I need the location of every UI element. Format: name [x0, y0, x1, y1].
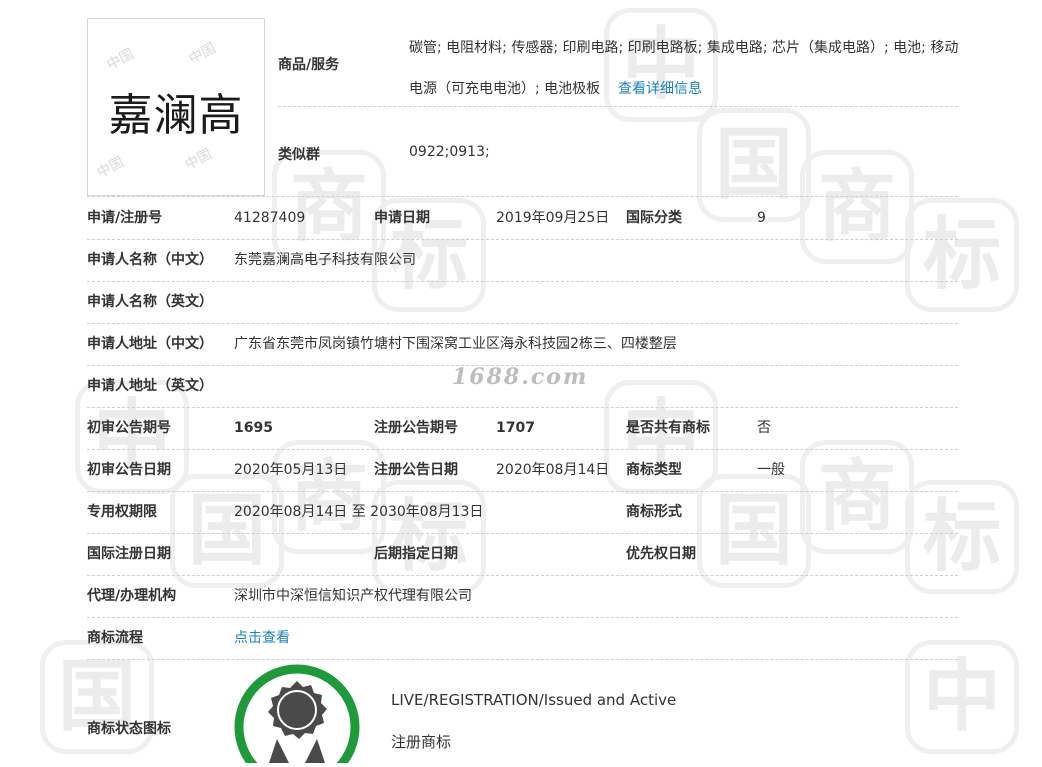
row-registration: 申请/注册号 41287409 申请日期 2019年09月25日 国际分类 9 — [87, 196, 958, 240]
row-flow: 商标流程 点击查看 — [87, 617, 958, 660]
prelim-date-value: 2020年05月13日 — [234, 462, 348, 478]
tm-type-value: 一般 — [757, 462, 785, 478]
reg-pub-no-value: 1707 — [496, 420, 535, 436]
agent-label: 代理/办理机构 — [87, 588, 177, 604]
row-address-cn: 申请人地址（中文） 广东省东莞市凤岗镇竹塘村下围深窝工业区海永科技园2栋三、四楼… — [87, 323, 958, 366]
image-watermark: 中国 — [186, 40, 219, 68]
intl-reg-date-label: 国际注册日期 — [87, 546, 171, 562]
status-icon-label: 商标状态图标 — [87, 721, 171, 737]
shared-label: 是否共有商标 — [626, 420, 710, 436]
goods-services-value: 碳管; 电阻材料; 传感器; 印刷电路; 印刷电路板; 集成电路; 芯片（集成电… — [409, 28, 961, 110]
term-label: 专用权期限 — [87, 504, 157, 520]
row-announcement-no: 初审公告期号 1695 注册公告期号 1707 是否共有商标 否 — [87, 407, 958, 450]
view-details-link[interactable]: 查看详细信息 — [618, 81, 702, 97]
address-cn-value: 广东省东莞市凤岗镇竹塘村下围深窝工业区海永科技园2栋三、四楼整层 — [234, 336, 677, 352]
priority-date-label: 优先权日期 — [626, 546, 696, 562]
apply-date-label: 申请日期 — [374, 210, 430, 226]
intl-class-label: 国际分类 — [626, 210, 682, 226]
applicant-cn-label: 申请人名称（中文） — [87, 252, 213, 268]
trademark-image[interactable]: 中国 中国 中国 中国 嘉澜高 — [87, 18, 265, 196]
shared-value: 否 — [757, 420, 771, 436]
reg-pub-date-value: 2020年08月14日 — [496, 462, 610, 478]
row-applicant-en: 申请人名称（英文） — [87, 281, 958, 324]
address-en-label: 申请人地址（英文） — [87, 378, 213, 394]
image-watermark: 中国 — [104, 46, 137, 74]
reg-pub-no-label: 注册公告期号 — [374, 420, 458, 436]
reg-pub-date-label: 注册公告日期 — [374, 462, 458, 478]
status-text-en: LIVE/REGISTRATION/Issued and Active — [391, 691, 677, 709]
tm-form-label: 商标形式 — [626, 504, 682, 520]
prelim-date-label: 初审公告日期 — [87, 462, 171, 478]
reg-no-value: 41287409 — [234, 210, 306, 226]
row-dates: 国际注册日期 后期指定日期 优先权日期 — [87, 533, 958, 576]
applicant-en-label: 申请人名称（英文） — [87, 294, 213, 310]
prelim-no-label: 初审公告期号 — [87, 420, 171, 436]
row-agent: 代理/办理机构 深圳市中深恒信知识产权代理有限公司 — [87, 575, 958, 618]
site-watermark: 1688.com — [452, 364, 589, 390]
address-cn-label: 申请人地址（中文） — [87, 336, 213, 352]
tm-type-label: 商标类型 — [626, 462, 682, 478]
row-applicant-cn: 申请人名称（中文） 东莞嘉澜高电子科技有限公司 — [87, 239, 958, 282]
similar-group-value: 0922;0913; — [409, 144, 490, 160]
view-flow-link[interactable]: 点击查看 — [234, 617, 290, 659]
trademark-text: 嘉澜高 — [108, 90, 244, 141]
prelim-no-value: 1695 — [234, 420, 273, 436]
reg-no-label: 申请/注册号 — [87, 210, 163, 226]
row-announcement-date: 初审公告日期 2020年05月13日 注册公告日期 2020年08月14日 商标… — [87, 449, 958, 492]
image-watermark: 中国 — [94, 154, 127, 182]
status-text-cn: 注册商标 — [391, 733, 452, 751]
registered-medal-icon — [233, 663, 361, 767]
applicant-cn-value: 东莞嘉澜高电子科技有限公司 — [234, 252, 416, 268]
term-value: 2020年08月14日 至 2030年08月13日 — [234, 504, 484, 520]
later-date-label: 后期指定日期 — [374, 546, 458, 562]
divider — [278, 106, 958, 107]
flow-label: 商标流程 — [87, 630, 143, 646]
goods-services-label: 商品/服务 — [278, 57, 340, 73]
intl-class-value: 9 — [757, 210, 766, 226]
row-term: 专用权期限 2020年08月14日 至 2030年08月13日 商标形式 — [87, 491, 958, 534]
apply-date-value: 2019年09月25日 — [496, 210, 610, 226]
image-watermark: 中国 — [182, 146, 215, 174]
similar-group-label: 类似群 — [278, 147, 320, 163]
agent-value: 深圳市中深恒信知识产权代理有限公司 — [234, 588, 472, 604]
